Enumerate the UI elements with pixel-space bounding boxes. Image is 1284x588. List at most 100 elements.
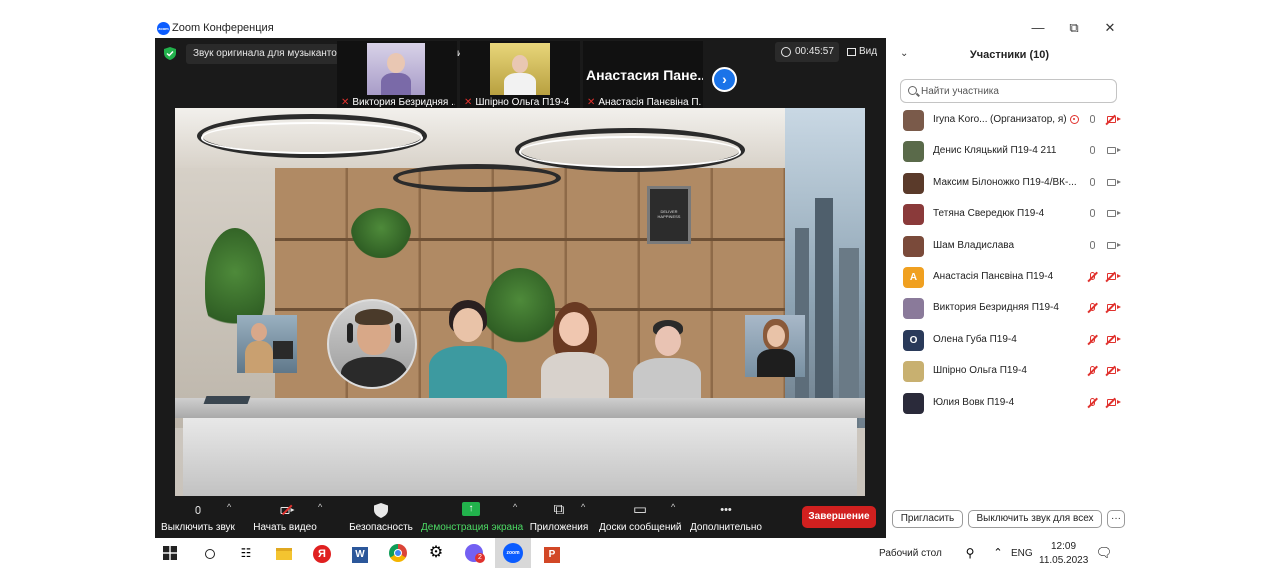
video-options-caret[interactable]: ^ bbox=[318, 502, 322, 512]
powerpoint-icon[interactable]: P bbox=[541, 542, 563, 564]
video-off-icon[interactable] bbox=[1103, 333, 1121, 347]
whiteboard-icon: ▭ bbox=[632, 501, 648, 518]
desktop-label[interactable]: Рабочий стол bbox=[879, 548, 942, 559]
video-off-icon[interactable] bbox=[1103, 396, 1121, 410]
grid-view-icon bbox=[847, 48, 856, 56]
participant-seated bbox=[421, 298, 511, 398]
participant-name: Тетяна Свередюк П19-4 bbox=[933, 208, 1045, 220]
settings-gear-icon[interactable]: ⚙ bbox=[425, 542, 447, 564]
people-icon[interactable]: ⚲ bbox=[959, 542, 981, 564]
yandex-browser-icon[interactable]: Я bbox=[311, 542, 333, 564]
view-button[interactable]: Вид bbox=[843, 42, 883, 62]
avatar bbox=[903, 298, 924, 320]
participant-circle-portrait bbox=[327, 299, 417, 389]
participant-row[interactable]: Максим Білоножко П19-4/ВК-... bbox=[900, 172, 1122, 196]
recording-icon bbox=[1070, 115, 1079, 124]
word-icon[interactable]: W bbox=[349, 542, 371, 564]
share-screen-button[interactable]: ↑ ^ Демонстрация экрана bbox=[421, 496, 524, 538]
thumbnail-name: ✕ Анастасія Панєвіна П... bbox=[587, 97, 701, 108]
restore-button[interactable]: ⧉ bbox=[1059, 19, 1089, 37]
video-off-icon[interactable] bbox=[1103, 270, 1121, 284]
participant-search[interactable] bbox=[900, 79, 1117, 103]
apps-button[interactable]: ⧉ ^ Приложения bbox=[529, 496, 589, 538]
invite-button[interactable]: Пригласить bbox=[892, 510, 963, 528]
microphone-icon[interactable] bbox=[1085, 239, 1099, 253]
whiteboards-button[interactable]: ▭ ^ Доски сообщений bbox=[599, 496, 682, 538]
notification-icon[interactable]: 🗨 bbox=[1093, 542, 1115, 564]
security-button[interactable]: Безопасность bbox=[349, 496, 413, 538]
zoom-window: zoom Zoom Конференция — ⧉ ✕ Звук оригина… bbox=[155, 17, 1128, 538]
video-off-icon[interactable] bbox=[1103, 364, 1121, 378]
mic-muted-icon[interactable] bbox=[1085, 301, 1099, 315]
mic-muted-icon[interactable] bbox=[1085, 364, 1099, 378]
participant-row[interactable]: Денис Кляцький П19-4 211 bbox=[900, 140, 1122, 164]
zoom-taskbar-active[interactable]: zoom bbox=[495, 538, 531, 568]
participant-row[interactable]: Юлия Вовк П19-4 bbox=[900, 392, 1122, 416]
participant-row[interactable]: Iryna Koro... (Организатор, я) bbox=[900, 109, 1122, 133]
task-view-icon[interactable]: ☷ bbox=[235, 542, 257, 564]
title-bar: zoom Zoom Конференция — ⧉ ✕ bbox=[155, 17, 1128, 38]
participant-row[interactable]: Шпірно Ольга П19-4 bbox=[900, 360, 1122, 384]
participant-name: Iryna Koro... bbox=[933, 114, 988, 125]
mic-muted-icon[interactable] bbox=[1085, 333, 1099, 347]
mic-muted-icon[interactable] bbox=[1085, 396, 1099, 410]
video-off-icon[interactable] bbox=[1103, 113, 1121, 127]
avatar bbox=[903, 235, 924, 257]
avatar bbox=[903, 361, 924, 383]
participant-row[interactable]: Шам Владислава bbox=[900, 235, 1122, 259]
mute-options-caret[interactable]: ^ bbox=[227, 502, 231, 512]
participant-thumbnail[interactable]: ✕ Виктория Безридняя ... bbox=[337, 41, 457, 111]
microphone-icon[interactable] bbox=[1085, 176, 1099, 190]
viber-icon[interactable]: 2 bbox=[463, 542, 485, 564]
immersive-scene: DELIVER HAPPINESS bbox=[175, 108, 865, 496]
end-meeting-button[interactable]: Завершение bbox=[802, 506, 876, 528]
participant-role: (Организатор, я) bbox=[990, 114, 1067, 125]
video-off-icon[interactable] bbox=[1103, 301, 1121, 315]
search-icon[interactable] bbox=[199, 542, 221, 564]
more-options-button[interactable]: ··· bbox=[1107, 510, 1125, 528]
participant-thumbnail[interactable]: Анастасия Пане... ✕ Анастасія Панєвіна П.… bbox=[583, 41, 703, 111]
microphone-icon[interactable] bbox=[1085, 207, 1099, 221]
clock-date[interactable]: 11.05.2023 bbox=[1039, 555, 1088, 566]
microphone-icon[interactable] bbox=[1085, 144, 1099, 158]
video-camera-icon[interactable] bbox=[1103, 144, 1121, 158]
muted-mic-icon: ✕ bbox=[464, 97, 473, 108]
security-label: Безопасность bbox=[349, 522, 413, 533]
video-camera-icon[interactable] bbox=[1103, 207, 1121, 221]
participant-video bbox=[490, 43, 550, 95]
video-camera-icon[interactable] bbox=[1103, 176, 1121, 190]
share-options-caret[interactable]: ^ bbox=[513, 502, 517, 512]
more-button[interactable]: ••• Дополнительно bbox=[689, 496, 763, 538]
participant-row[interactable]: Тетяна Свередюк П19-4 bbox=[900, 203, 1122, 227]
share-screen-label: Демонстрация экрана bbox=[421, 522, 524, 533]
minimize-button[interactable]: — bbox=[1023, 19, 1053, 37]
search-input[interactable] bbox=[921, 83, 1111, 99]
meeting-timer: 00:45:57 bbox=[775, 42, 839, 62]
video-area: Звук оригинала для музыкантов выключен З… bbox=[155, 38, 886, 538]
clock-time[interactable]: 12:09 bbox=[1051, 541, 1076, 552]
shield-check-icon[interactable] bbox=[164, 47, 176, 60]
scene-plant bbox=[351, 208, 411, 258]
whiteboard-options-caret[interactable]: ^ bbox=[671, 502, 675, 512]
clock-icon bbox=[781, 47, 791, 57]
chevron-up-icon[interactable]: ⌃ bbox=[987, 542, 1009, 564]
close-button[interactable]: ✕ bbox=[1095, 19, 1125, 37]
mute-button[interactable]: ^ Выключить звук bbox=[159, 496, 237, 538]
windows-start-icon[interactable] bbox=[163, 546, 177, 560]
chrome-icon[interactable] bbox=[387, 542, 409, 564]
avatar bbox=[903, 110, 924, 131]
mute-all-button[interactable]: Выключить звук для всех bbox=[968, 510, 1102, 528]
video-camera-icon[interactable] bbox=[1103, 239, 1121, 253]
participant-row[interactable]: А Анастасія Панєвіна П19-4 bbox=[900, 266, 1122, 290]
start-video-button[interactable]: ^ Начать видео bbox=[251, 496, 322, 538]
microphone-icon[interactable] bbox=[1085, 113, 1099, 127]
apps-options-caret[interactable]: ^ bbox=[581, 502, 585, 512]
participant-thumbnail[interactable]: ✕ Шпірно Ольга П19-4 bbox=[460, 41, 580, 111]
file-explorer-icon[interactable] bbox=[273, 542, 295, 564]
mic-muted-icon[interactable] bbox=[1085, 270, 1099, 284]
participant-row[interactable]: О Олена Губа П19-4 bbox=[900, 329, 1122, 353]
next-page-button[interactable]: › bbox=[712, 67, 737, 92]
muted-mic-icon: ✕ bbox=[587, 97, 596, 108]
participant-row[interactable]: Виктория Безридняя П19-4 bbox=[900, 297, 1122, 321]
language-indicator[interactable]: ENG bbox=[1011, 548, 1033, 559]
